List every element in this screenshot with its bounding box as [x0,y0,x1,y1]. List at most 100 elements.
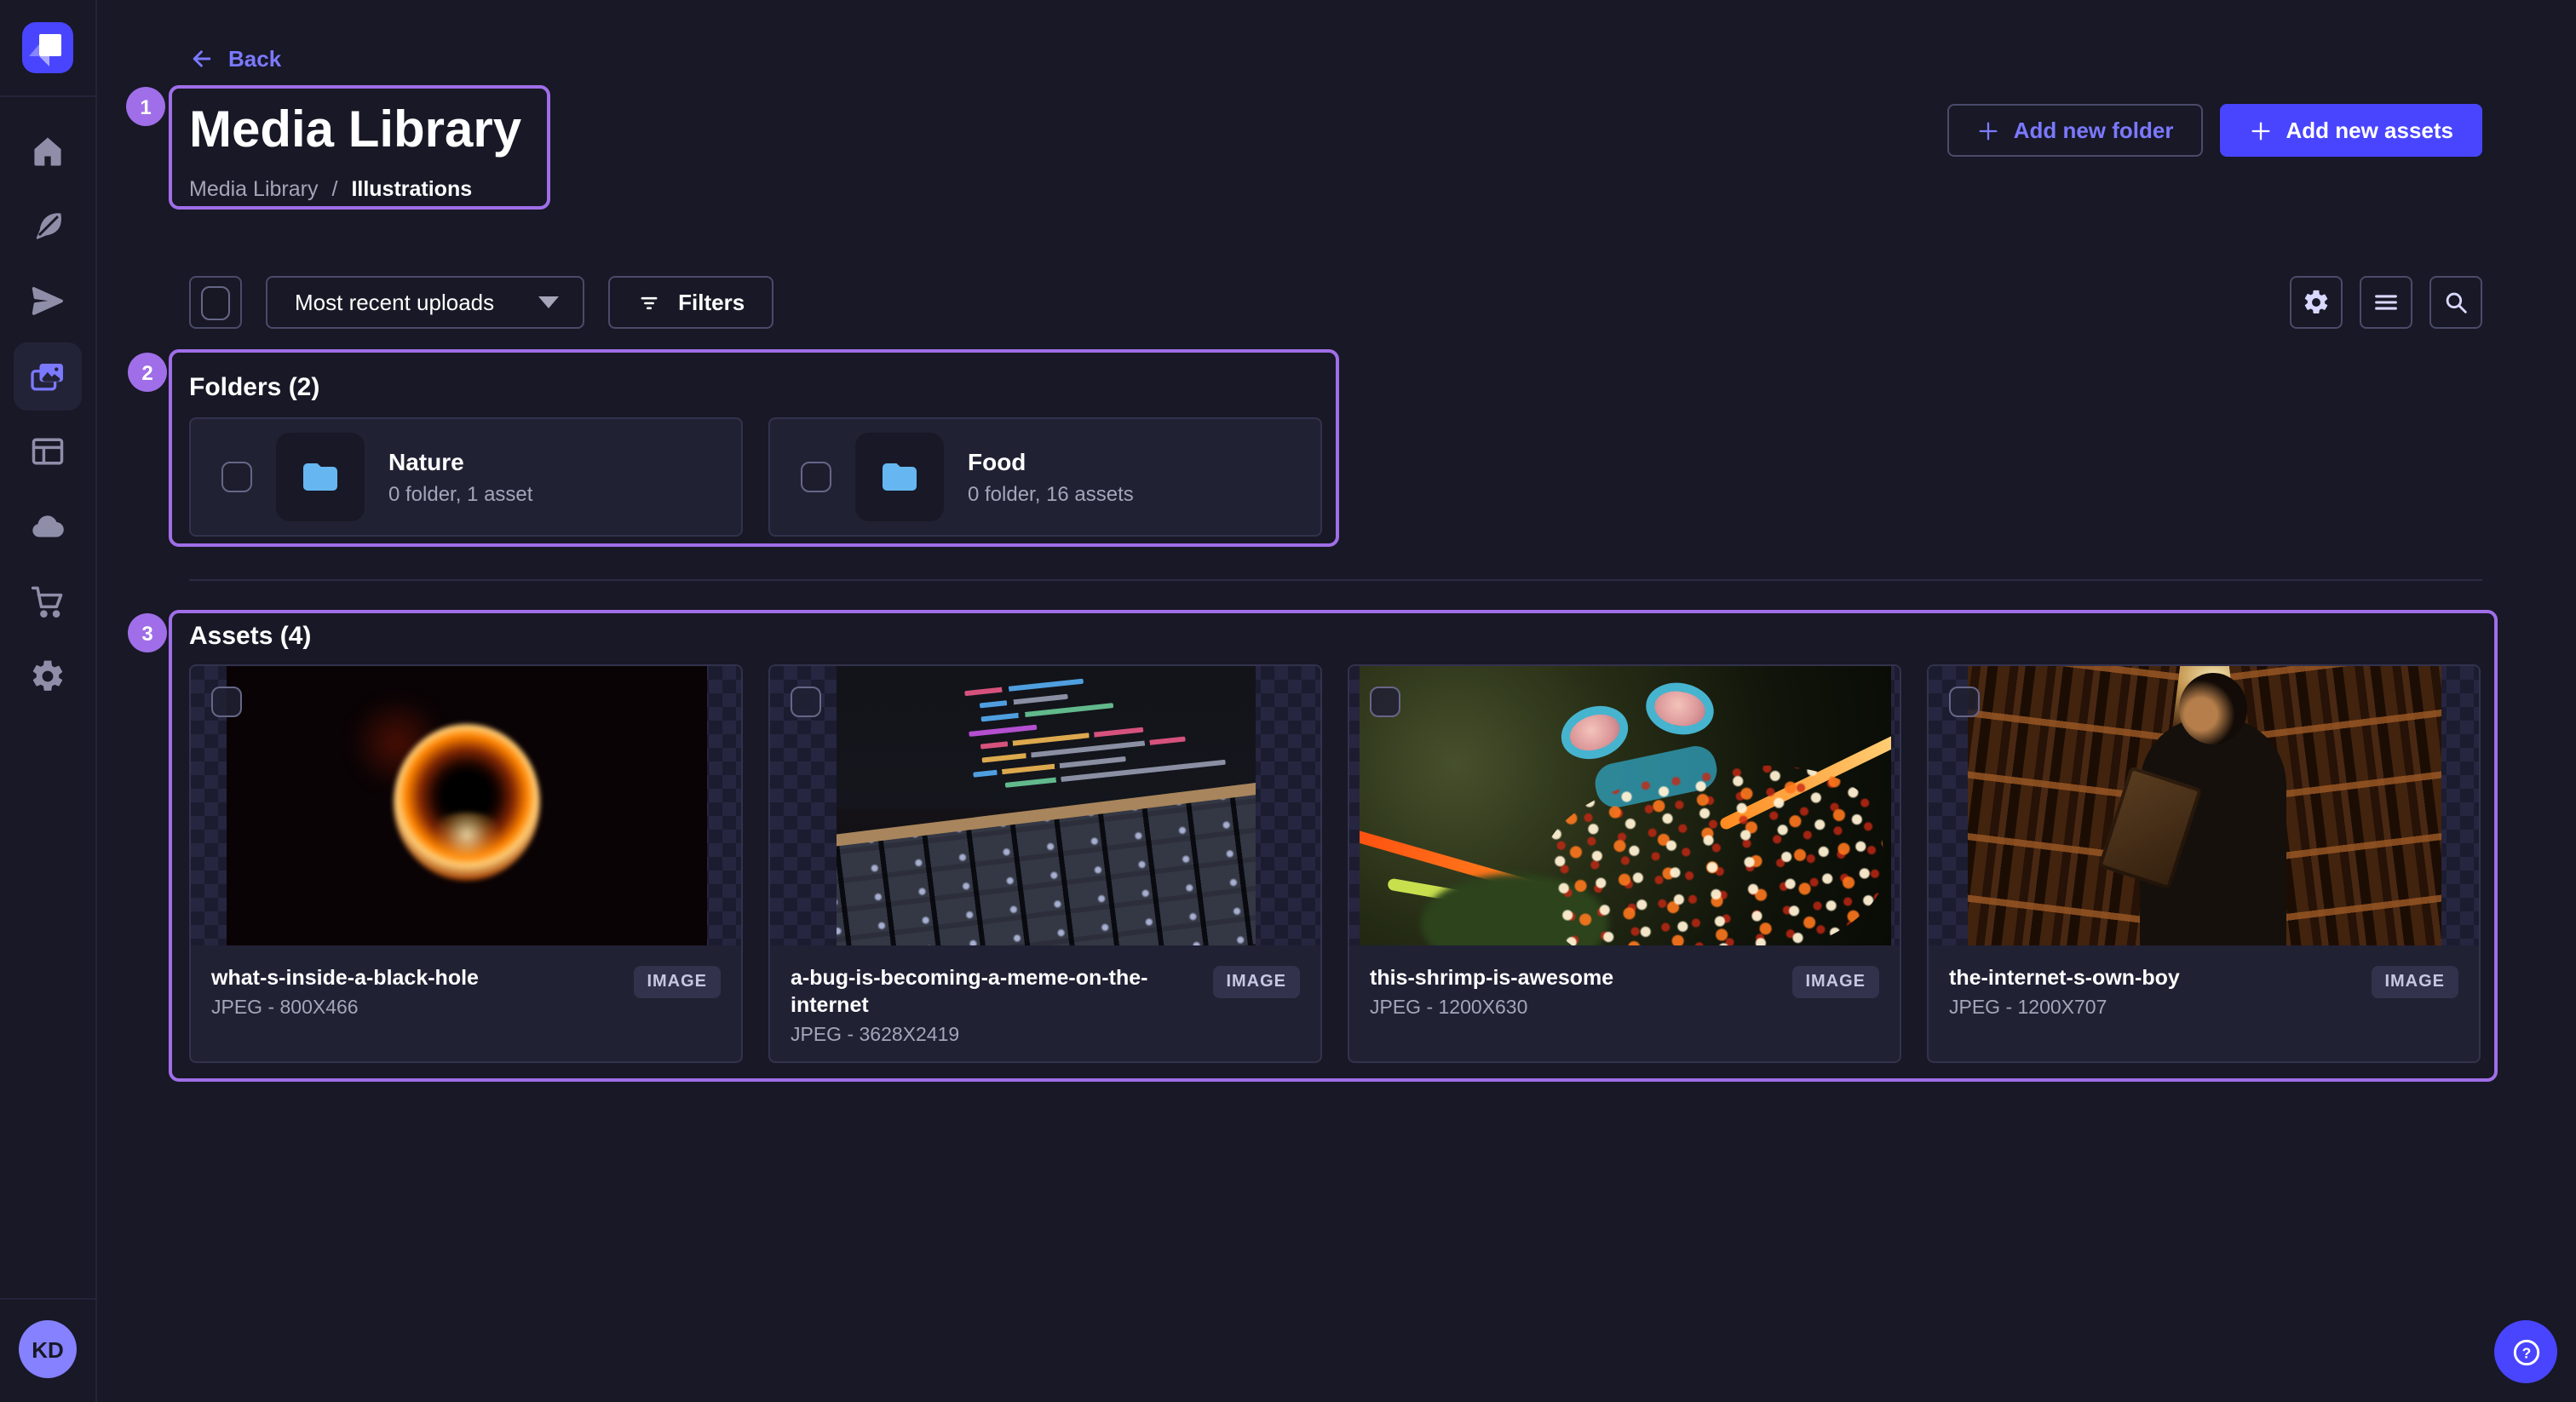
folders-grid: Nature 0 folder, 1 asset Food 0 folder, … [189,417,2482,537]
asset-thumbnail-area [770,666,1320,945]
breadcrumb-current: Illustrations [351,177,472,201]
folder-tile [276,433,365,521]
asset-checkbox[interactable] [1949,687,1980,717]
asset-thumbnail-area [1349,666,1900,945]
sidebar-item-settings[interactable] [14,642,82,710]
sort-value: Most recent uploads [295,290,494,315]
asset-thumbnail-black-hole [226,666,706,945]
layout-icon [29,433,66,470]
folder-icon [879,457,920,497]
folder-meta: 0 folder, 16 assets [968,482,1134,506]
asset-footer: what-s-inside-a-black-hole JPEG - 800X46… [191,945,741,1019]
add-new-folder-button[interactable]: Add new folder [1947,104,2203,157]
folder-checkbox[interactable] [801,462,831,492]
add-new-assets-label: Add new assets [2286,118,2453,143]
main-content: Back Media Library Media Library / Illus… [95,0,2576,1402]
folder-name: Nature [388,448,532,475]
sort-dropdown[interactable]: Most recent uploads [266,276,584,329]
app-window: KD Back Media Library Media Library / Il… [0,0,2576,1402]
grid-settings-button[interactable] [2290,276,2343,329]
asset-text: a-bug-is-becoming-a-meme-on-the-internet… [791,964,1199,1046]
thumb-art [957,666,1255,800]
assets-heading: Assets (4) [189,622,2482,651]
annotation-badge-2: 2 [128,353,167,392]
thumb-art [1641,678,1716,740]
arrow-left-icon [189,46,215,72]
asset-title: this-shrimp-is-awesome [1370,964,1613,991]
search-button[interactable] [2429,276,2482,329]
gear-icon [2302,288,2331,317]
asset-text: the-internet-s-own-boy JPEG - 1200X707 [1949,964,2180,1019]
sidebar-item-marketplace[interactable] [14,567,82,635]
folder-card-nature[interactable]: Nature 0 folder, 1 asset [189,417,743,537]
strapi-logo-glyph [29,44,39,56]
feather-icon [29,208,66,245]
asset-thumbnail-area [191,666,741,945]
title-block: Media Library Media Library / Illustrati… [189,101,521,201]
asset-title: the-internet-s-own-boy [1949,964,2180,991]
plus-icon [2248,118,2272,142]
strapi-logo-glyph [39,56,49,66]
thumb-art [2139,717,2286,945]
back-link[interactable]: Back [189,46,281,72]
asset-card-internets-own-boy[interactable]: the-internet-s-own-boy JPEG - 1200X707 I… [1927,664,2481,1063]
asset-thumbnail-area [1929,666,2479,945]
asset-text: this-shrimp-is-awesome JPEG - 1200X630 [1370,964,1613,1019]
sidebar-divider [0,95,95,97]
sidebar-item-home[interactable] [14,118,82,186]
asset-checkbox[interactable] [1370,687,1400,717]
thumb-art [393,724,539,881]
home-icon [29,133,66,170]
sidebar-item-deploy[interactable] [14,492,82,560]
help-button[interactable]: ? [2494,1320,2557,1383]
folder-checkbox[interactable] [221,462,252,492]
asset-meta: JPEG - 800X466 [211,998,479,1019]
strapi-logo[interactable] [22,22,73,73]
sidebar-item-content-type-builder[interactable] [14,417,82,486]
sidebar-item-releases[interactable] [14,267,82,336]
asset-card-bug-meme[interactable]: a-bug-is-becoming-a-meme-on-the-internet… [768,664,1322,1063]
list-view-button[interactable] [2360,276,2412,329]
strapi-logo-glyph [39,34,61,56]
asset-checkbox[interactable] [791,687,821,717]
asset-card-shrimp[interactable]: this-shrimp-is-awesome JPEG - 1200X630 I… [1348,664,1901,1063]
toolbar-right [2290,276,2482,329]
list-icon [2372,288,2401,317]
asset-thumbnail-shrimp [1359,666,1890,945]
sidebar-item-content-manager[interactable] [14,192,82,261]
folder-tile [855,433,944,521]
user-avatar[interactable]: KD [19,1320,77,1378]
question-mark-icon: ? [2509,1335,2543,1369]
plus-icon [1976,118,2000,142]
asset-type-badge: IMAGE [2371,966,2458,998]
asset-type-badge: IMAGE [1212,966,1300,998]
toolbar: Most recent uploads Filters [189,276,2482,329]
folder-text: Food 0 folder, 16 assets [968,448,1134,506]
folder-text: Nature 0 folder, 1 asset [388,448,532,506]
search-icon [2441,288,2470,317]
asset-checkbox[interactable] [211,687,242,717]
asset-meta: JPEG - 1200X630 [1370,998,1613,1019]
breadcrumb-parent[interactable]: Media Library [189,177,318,201]
asset-card-black-hole[interactable]: what-s-inside-a-black-hole JPEG - 800X46… [189,664,743,1063]
asset-footer: this-shrimp-is-awesome JPEG - 1200X630 I… [1349,945,1900,1019]
add-new-assets-button[interactable]: Add new assets [2219,104,2482,157]
sidebar-item-media-library[interactable] [14,342,82,411]
chevron-down-icon [538,296,559,308]
section-divider [189,579,2482,581]
select-all-checkbox[interactable] [189,276,242,329]
sidebar-nav [14,118,82,710]
asset-thumbnail-laptop-code [836,666,1255,945]
assets-grid: what-s-inside-a-black-hole JPEG - 800X46… [189,664,2482,1063]
sidebar: KD [0,0,97,1402]
sidebar-footer: KD [0,1298,95,1402]
header-actions: Add new folder Add new assets [1947,104,2482,157]
asset-footer: the-internet-s-own-boy JPEG - 1200X707 I… [1929,945,2479,1019]
folder-card-food[interactable]: Food 0 folder, 16 assets [768,417,1322,537]
folder-meta: 0 folder, 1 asset [388,482,532,506]
asset-meta: JPEG - 1200X707 [1949,998,2180,1019]
filters-label: Filters [678,290,745,315]
cloud-icon [29,508,66,545]
filters-button[interactable]: Filters [608,276,773,329]
breadcrumb-separator: / [331,177,337,201]
